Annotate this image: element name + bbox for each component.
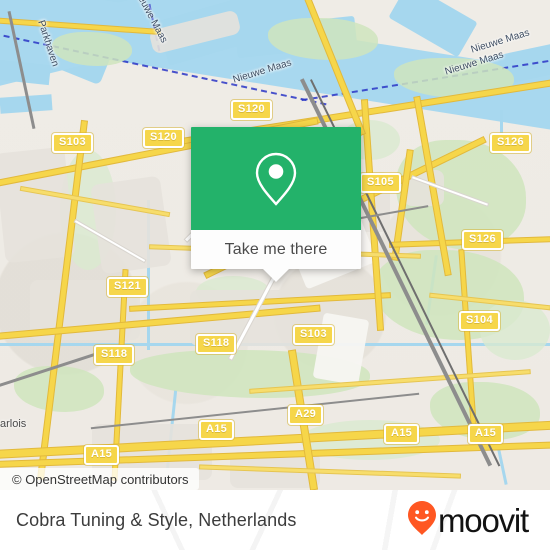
road-shield[interactable]: S126 xyxy=(462,230,503,250)
place-label: arlois xyxy=(0,418,27,430)
road-shield[interactable]: A29 xyxy=(288,405,324,425)
attribution-text: © OpenStreetMap contributors xyxy=(12,471,189,487)
moovit-logo[interactable]: moovit xyxy=(407,500,529,541)
take-me-there-label: Take me there xyxy=(224,240,328,258)
road-shield[interactable]: A15 xyxy=(384,424,420,444)
page-title: Cobra Tuning & Style, Netherlands xyxy=(16,509,297,530)
map-pin-icon xyxy=(253,150,299,208)
popup-pointer-tail xyxy=(263,269,289,282)
map-attribution[interactable]: © OpenStreetMap contributors xyxy=(0,468,199,490)
road-shield[interactable]: S104 xyxy=(459,311,500,331)
road-shield[interactable]: S126 xyxy=(490,133,531,153)
popup-icon-area xyxy=(191,127,361,230)
take-me-there-button[interactable]: Take me there xyxy=(191,230,361,282)
footer-bar: Cobra Tuning & Style, Netherlands moovit xyxy=(0,490,550,550)
map-canvas[interactable]: Nieuwe Maas Nieuwe Maas Nieuwe Maas Nieu… xyxy=(0,0,550,490)
road-shield[interactable]: S105 xyxy=(360,173,401,193)
road-shield[interactable]: S118 xyxy=(196,334,237,354)
road-shield[interactable]: S121 xyxy=(107,277,148,297)
road-shield[interactable]: S120 xyxy=(143,128,184,148)
moovit-wordmark: moovit xyxy=(438,501,529,539)
block-2 xyxy=(90,175,172,275)
moovit-smiley-pin-icon xyxy=(407,500,437,541)
block-1 xyxy=(0,146,76,264)
road-shield[interactable]: S103 xyxy=(293,325,334,345)
road-shield[interactable]: S120 xyxy=(231,100,272,120)
road-shield[interactable]: A15 xyxy=(199,420,235,440)
road-shield[interactable]: S118 xyxy=(94,345,135,365)
destination-popup-card[interactable]: Take me there xyxy=(191,127,361,282)
road-shield[interactable]: S103 xyxy=(52,133,93,153)
moovit-map-screenshot: Nieuwe Maas Nieuwe Maas Nieuwe Maas Nieu… xyxy=(0,0,550,550)
road-shield[interactable]: A15 xyxy=(468,424,504,444)
road-shield[interactable]: A15 xyxy=(84,445,120,465)
